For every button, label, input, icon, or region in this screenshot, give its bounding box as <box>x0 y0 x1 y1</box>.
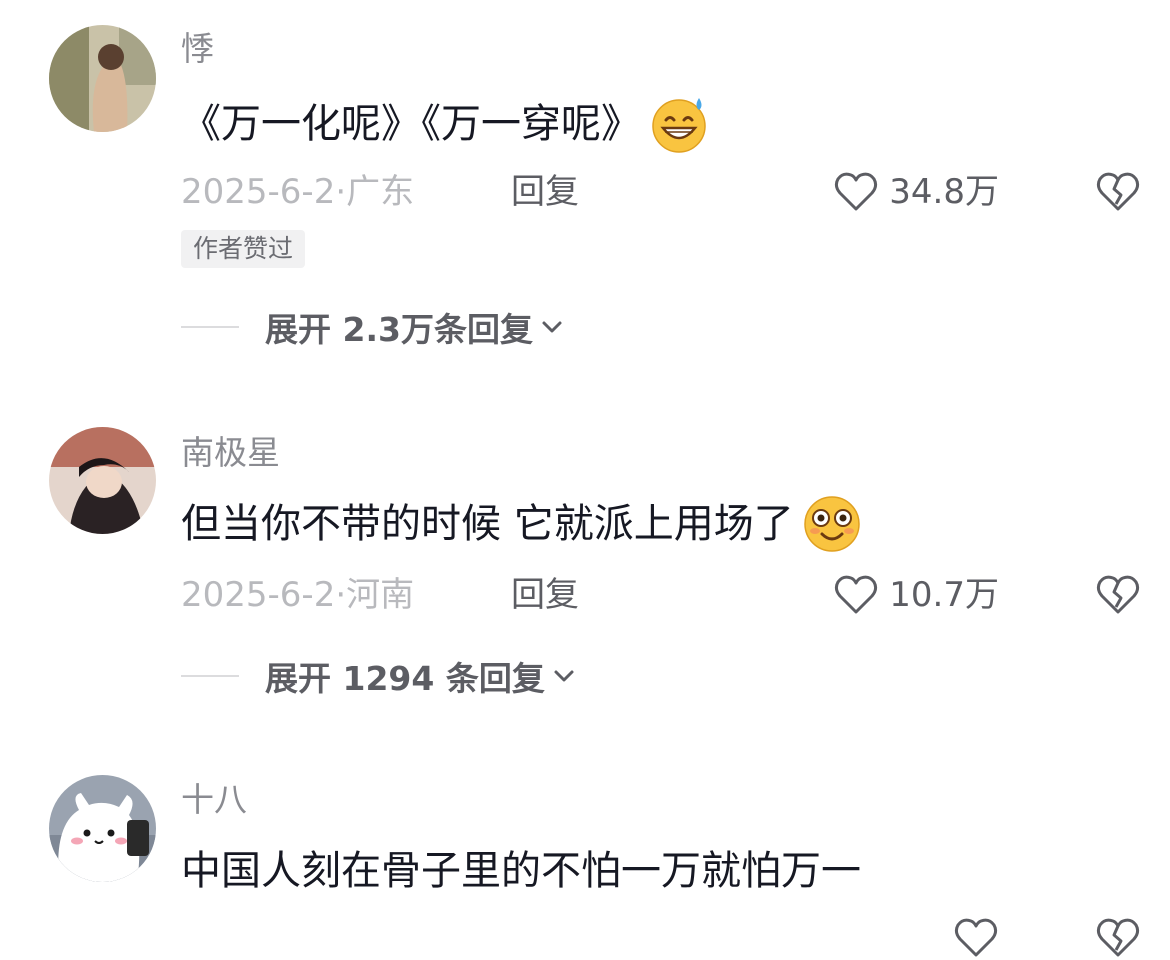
comment-meta <box>181 916 1141 960</box>
comment-text: 中国人刻在骨子里的不怕一万就怕万一 <box>181 843 861 899</box>
avatar-image <box>49 775 156 882</box>
username[interactable]: 十八 <box>181 780 247 820</box>
heart-icon <box>954 918 998 957</box>
comment-text-body: 中国人刻在骨子里的不怕一万就怕万一 <box>181 848 861 894</box>
comment-item: 十八 中国人刻在骨子里的不怕一万就怕万一 <box>0 0 1170 957</box>
like-button[interactable] <box>953 916 999 960</box>
broken-heart-icon[interactable] <box>1095 917 1141 959</box>
avatar[interactable] <box>49 775 156 882</box>
